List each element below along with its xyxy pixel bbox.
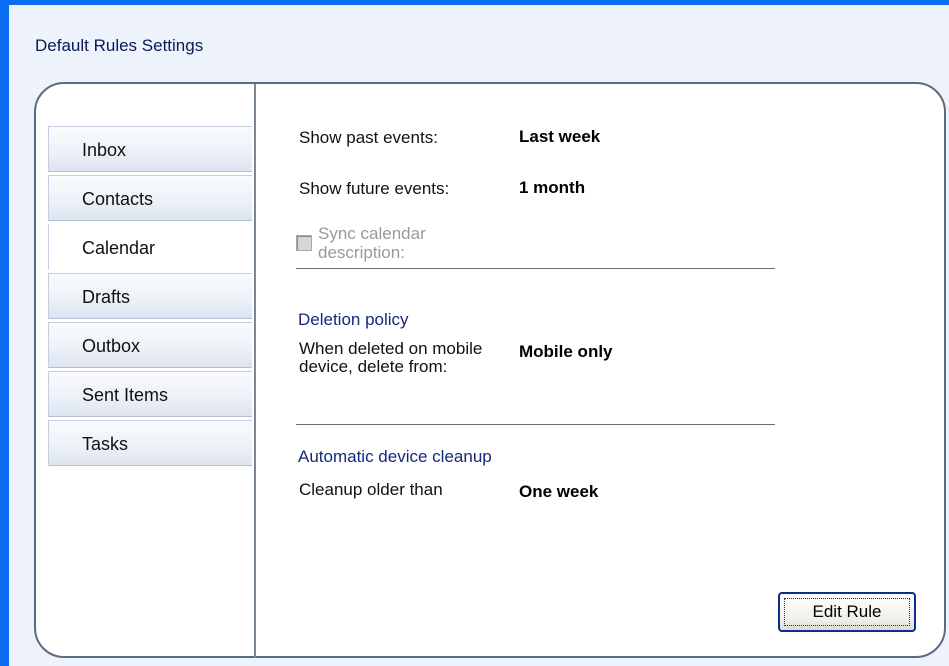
past-events-label: Show past events: [299, 128, 438, 147]
separator-line [296, 268, 775, 269]
future-events-value: 1 month [519, 178, 586, 197]
tab-label: Outbox [82, 336, 141, 356]
deletion-policy-label: When deleted on mobile device, delete fr… [299, 339, 483, 376]
device-cleanup-heading: Automatic device cleanup [298, 447, 492, 466]
tab-outbox[interactable]: Outbox [48, 322, 252, 368]
deletion-policy-value: Mobile only [519, 342, 613, 361]
tab-tasks[interactable]: Tasks [48, 420, 252, 466]
cleanup-value: One week [519, 482, 599, 501]
future-events-label: Show future events: [299, 179, 450, 198]
past-events-value: Last week [519, 127, 601, 146]
page-title: Default Rules Settings [35, 36, 204, 55]
tab-sent-items[interactable]: Sent Items [48, 371, 252, 417]
separator-line [296, 424, 775, 425]
sync-description-label: Sync calendar description: [318, 224, 426, 262]
tab-label: Sent Items [82, 385, 169, 405]
tab-label: Tasks [82, 434, 129, 454]
cleanup-label: Cleanup older than [299, 480, 443, 499]
edit-rule-label: Edit Rule [812, 602, 882, 621]
panel-divider [254, 84, 256, 658]
tab-contacts[interactable]: Contacts [48, 175, 252, 221]
tab-label: Calendar [82, 238, 156, 258]
sync-description-checkbox[interactable] [296, 235, 312, 251]
tab-calendar[interactable]: Calendar [48, 224, 252, 270]
tab-label: Inbox [82, 140, 127, 160]
tab-label: Contacts [82, 189, 154, 209]
tab-label: Drafts [82, 287, 131, 307]
folder-tabs: Inbox Contacts Calendar Drafts Outbox Se… [48, 126, 252, 469]
edit-rule-button[interactable]: Edit Rule [778, 592, 916, 632]
tab-drafts[interactable]: Drafts [48, 273, 252, 319]
tab-inbox[interactable]: Inbox [48, 126, 252, 172]
deletion-policy-heading: Deletion policy [298, 310, 409, 329]
